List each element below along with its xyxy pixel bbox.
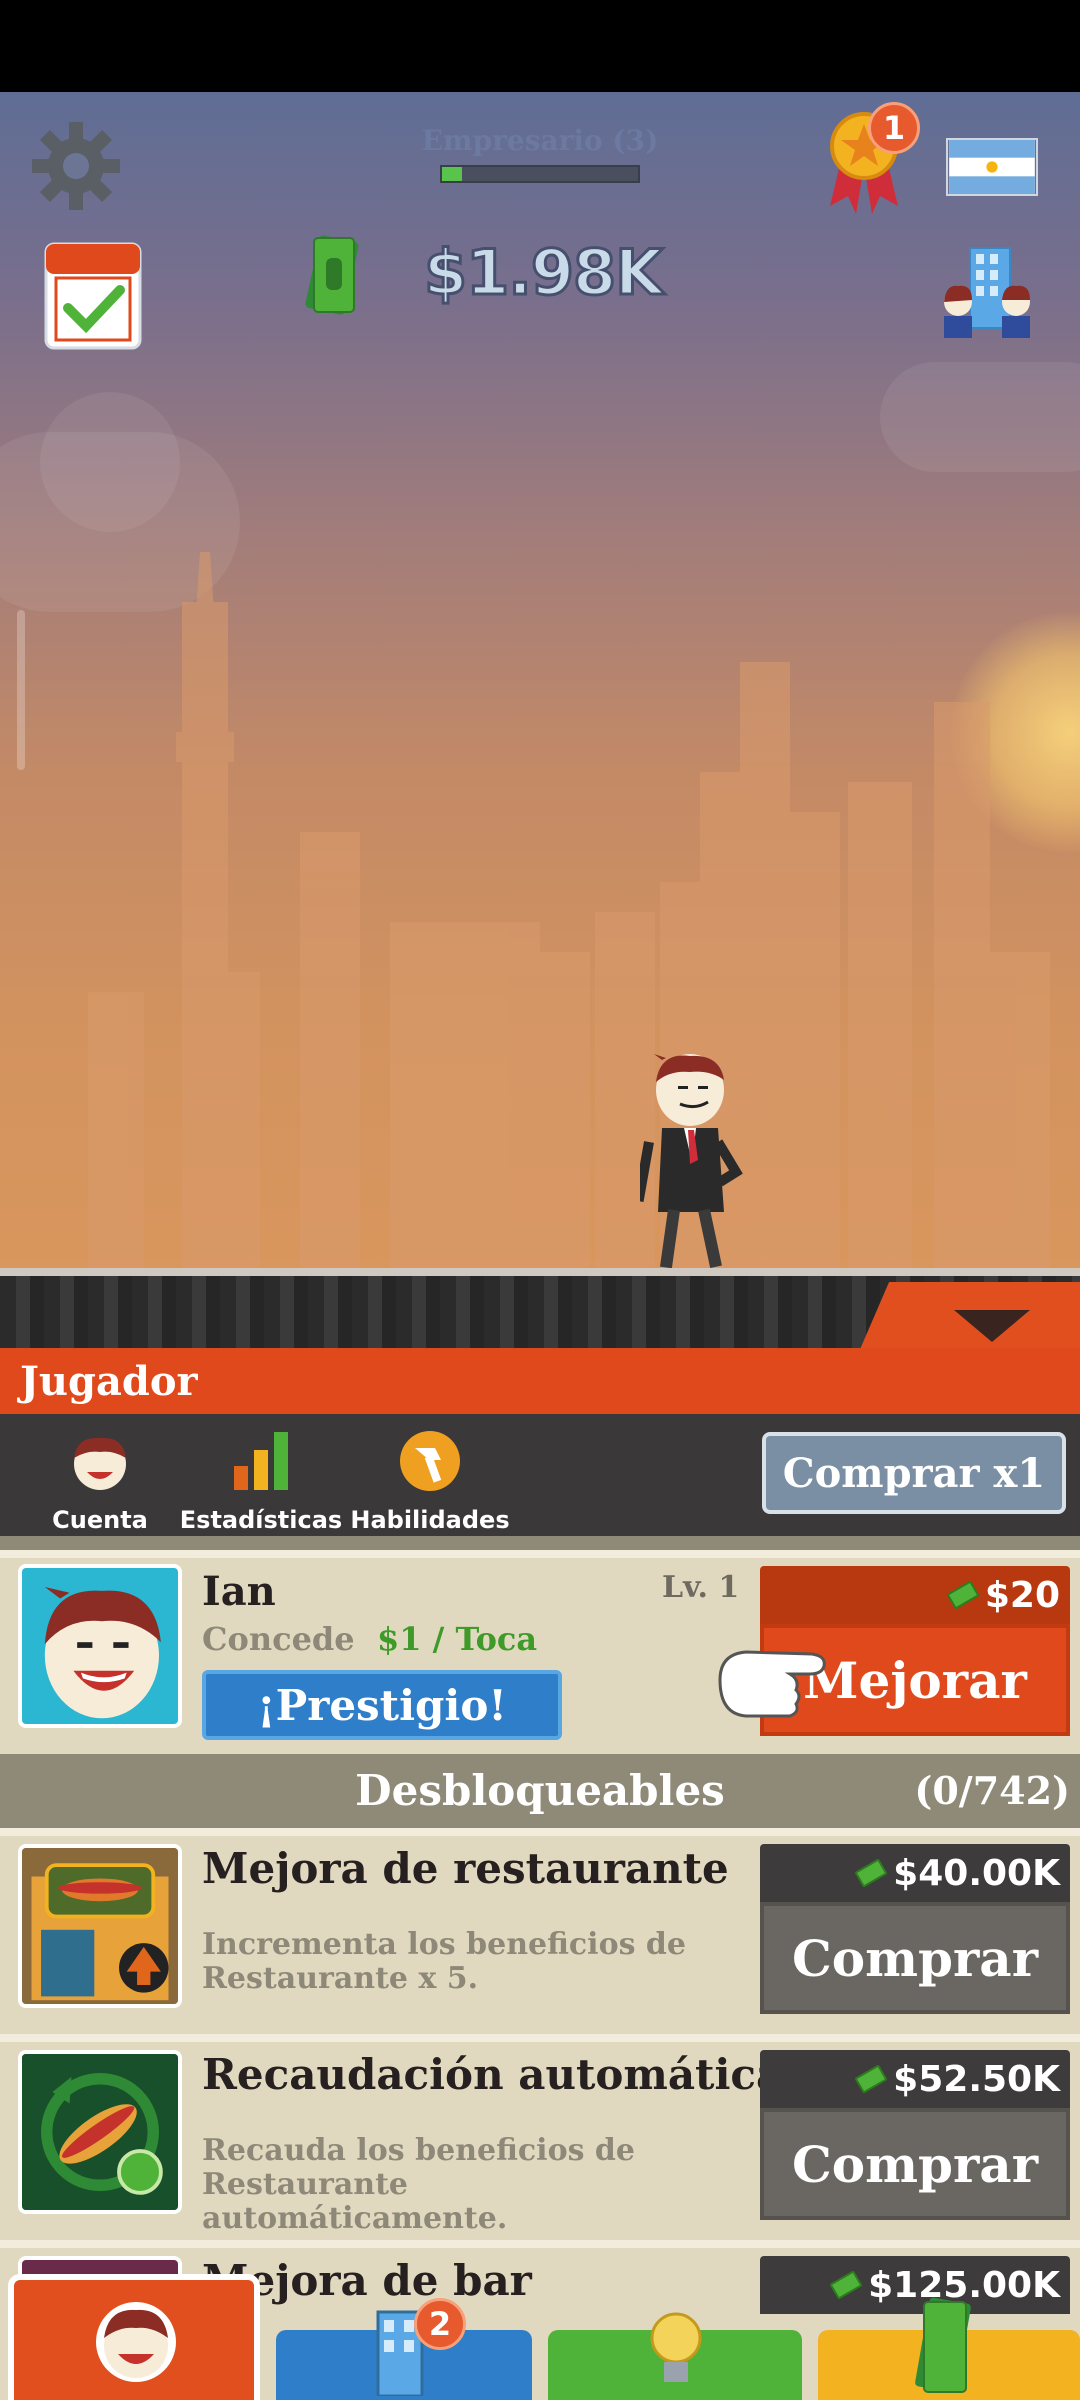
upgrade-price: $20 bbox=[760, 1566, 1070, 1624]
nav-player[interactable] bbox=[8, 2274, 260, 2400]
prestige-button[interactable]: ¡Prestigio! bbox=[202, 1670, 562, 1740]
collapse-panel-button[interactable] bbox=[858, 1282, 1080, 1354]
player-grants: Concede $1 / Toca bbox=[202, 1620, 538, 1658]
tab-estadisticas[interactable]: Estadísticas bbox=[176, 1426, 346, 1534]
cash-icon bbox=[946, 1580, 980, 1610]
cash-stack-icon bbox=[305, 235, 359, 315]
skills-hammer-icon bbox=[400, 1431, 460, 1491]
unlockable-desc: Recauda los beneficios de Restaurante au… bbox=[202, 2133, 635, 2236]
money-balance: $1.98K bbox=[422, 235, 664, 311]
unlockable-title: Recaudación automática bbox=[202, 2050, 784, 2099]
unlockable-price: $40.00K bbox=[760, 1844, 1070, 1902]
chevron-down-icon bbox=[954, 1310, 1030, 1342]
buy-button[interactable]: Comprar bbox=[760, 1902, 1070, 2014]
player-level: Lv. 1 bbox=[662, 1570, 740, 1605]
argentina-flag-icon[interactable] bbox=[946, 138, 1038, 196]
bar-chart-icon bbox=[234, 1432, 288, 1490]
ian-face-icon bbox=[44, 1587, 161, 1719]
auto-collect-image bbox=[18, 2050, 182, 2214]
player-name: Ian bbox=[202, 1568, 276, 1615]
daily-calendar-icon[interactable] bbox=[44, 242, 142, 352]
businesses-badge: 2 bbox=[414, 2298, 466, 2350]
city-skyline bbox=[88, 552, 1050, 1272]
restaurant-upgrade-image bbox=[18, 1844, 182, 2008]
hotdog-restaurant-icon bbox=[22, 1848, 178, 2004]
divider bbox=[0, 1536, 1080, 1550]
tab-label: Cuenta bbox=[52, 1506, 148, 1534]
lightbulb-icon bbox=[650, 2312, 702, 2382]
tab-habilidades[interactable]: Habilidades bbox=[350, 1426, 510, 1534]
auto-collect-hotdog-icon bbox=[22, 2054, 178, 2210]
avatar-face-icon bbox=[74, 1437, 126, 1490]
achievements-badge: 1 bbox=[868, 102, 920, 154]
settings-gear-icon[interactable] bbox=[32, 122, 120, 210]
player-portrait[interactable] bbox=[18, 1564, 182, 1728]
xp-progress-bar bbox=[440, 165, 640, 183]
unlockables-count: (0/742) bbox=[914, 1768, 1070, 1813]
player-rank-label: Empresario (3) bbox=[421, 124, 659, 157]
unlockables-header: Desbloqueables (0/742) bbox=[0, 1754, 1080, 1828]
cash-icon bbox=[829, 2270, 863, 2300]
unlockable-title: Mejora de restaurante bbox=[202, 1844, 729, 1893]
tab-label: Estadísticas bbox=[179, 1506, 343, 1534]
cash-stack-icon bbox=[915, 2297, 971, 2393]
status-bar bbox=[0, 0, 1080, 92]
buy-multiplier-button[interactable]: Comprar x1 bbox=[762, 1432, 1066, 1514]
player-face-icon bbox=[96, 2302, 176, 2382]
cash-icon bbox=[854, 1858, 888, 1888]
unlockable-desc: Incrementa los beneficios de Restaurante… bbox=[202, 1927, 686, 1996]
pointing-hand-icon bbox=[718, 1650, 826, 1718]
tab-label: Habilidades bbox=[350, 1506, 510, 1534]
buy-button[interactable]: Comprar bbox=[760, 2108, 1070, 2220]
side-drag-handle[interactable] bbox=[17, 610, 25, 770]
managers-building-icon[interactable] bbox=[940, 244, 1036, 340]
panel-header: Jugador bbox=[0, 1348, 1080, 1414]
panel-title: Jugador bbox=[20, 1358, 198, 1405]
panel-tabs: Cuenta Estadísticas Habilidades Comprar … bbox=[0, 1414, 1080, 1536]
cash-icon bbox=[854, 2064, 888, 2094]
unlockable-price: $52.50K bbox=[760, 2050, 1070, 2108]
tab-cuenta[interactable]: Cuenta bbox=[40, 1426, 160, 1534]
character-ian[interactable] bbox=[640, 1052, 750, 1272]
